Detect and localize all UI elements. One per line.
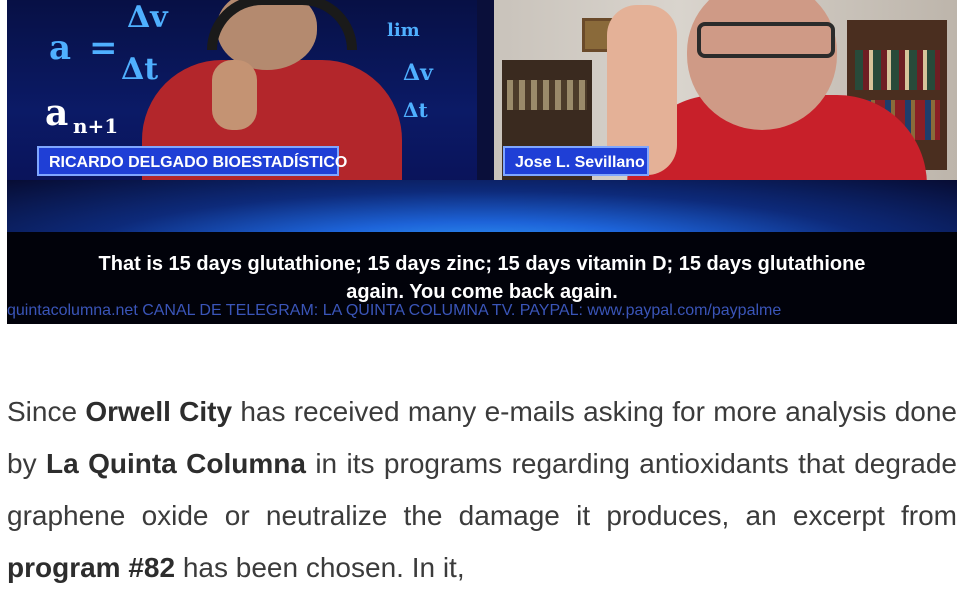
math-lim: lim — [387, 20, 420, 41]
left-speaker-shirt — [142, 60, 402, 200]
glasses — [697, 22, 835, 58]
books-top-shelf — [855, 50, 940, 90]
article-text-4: has been chosen. In it, — [175, 552, 465, 583]
math-dv: Δv — [127, 0, 168, 35]
article-paragraph: Since Orwell City has received many e-ma… — [7, 386, 957, 594]
books-left — [507, 80, 587, 110]
math-equals: = — [89, 28, 118, 68]
name-tag-right: Jose L. Sevillano — [503, 146, 649, 176]
subtitle-line-1: That is 15 days glutathione; 15 days zin… — [98, 253, 866, 275]
name-tag-left: RICARDO DELGADO BIOESTADÍSTICO — [37, 146, 347, 176]
math-dt: Δt — [121, 52, 159, 87]
article-bold-la-quinta-columna: La Quinta Columna — [45, 448, 306, 479]
math-a-n: a — [45, 92, 69, 134]
article-bold-orwell-city: Orwell City — [85, 396, 233, 427]
ticker-text: quintacolumna.net CANAL DE TELEGRAM: LA … — [7, 302, 782, 319]
math-a: a — [49, 28, 72, 68]
left-speaker-hand — [212, 60, 257, 130]
article-text-1: Since — [7, 396, 86, 427]
video-frame[interactable]: Δv a = Δt a n+1 lim Δv Δt RICARDO DELGAD… — [7, 0, 957, 324]
math-dv-right: Δv — [403, 60, 433, 86]
headphones — [207, 0, 357, 50]
math-dt-right: Δt — [403, 98, 428, 122]
cosmic-background — [7, 180, 957, 232]
subtitle-text: That is 15 days glutathione; 15 days zin… — [7, 250, 957, 306]
article-bold-program: program #82 — [7, 552, 176, 583]
math-subscript: n+1 — [73, 114, 119, 138]
